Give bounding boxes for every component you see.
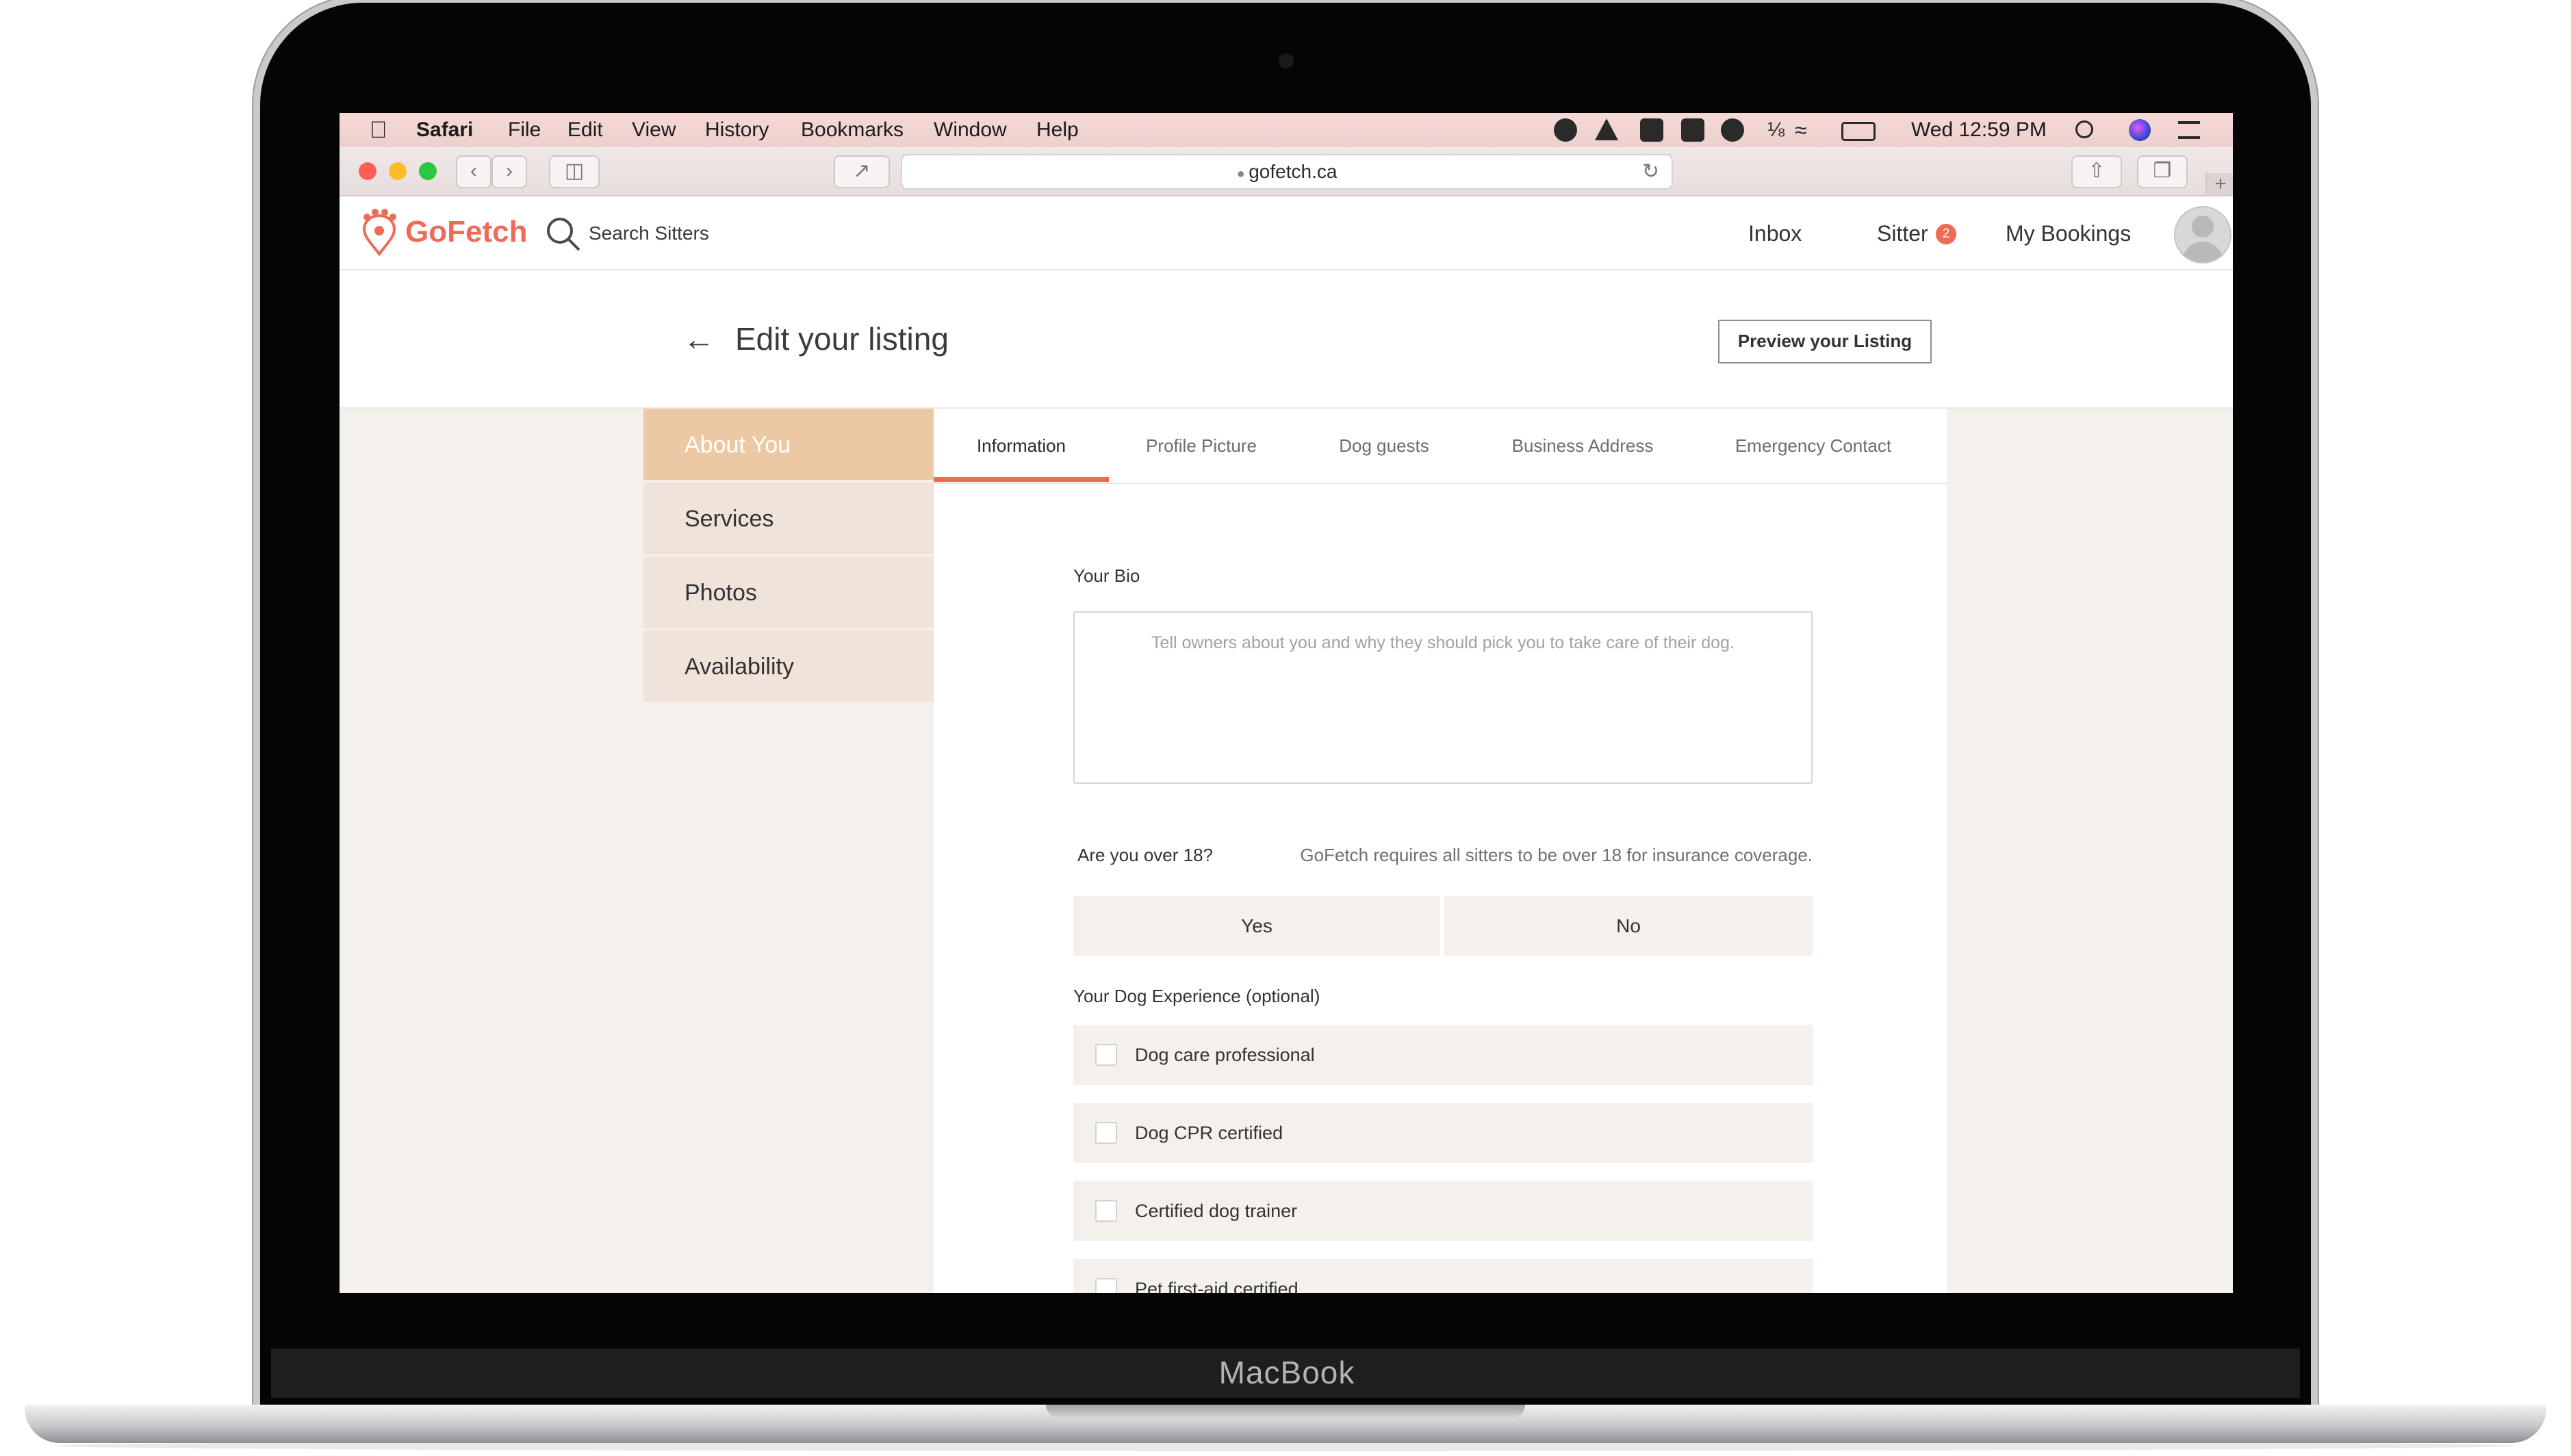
drive-icon[interactable] xyxy=(1595,118,1618,140)
experience-option-dog-care-professional[interactable]: Dog care professional xyxy=(1073,1025,1813,1085)
tab-profile-picture[interactable]: Profile Picture xyxy=(1109,409,1294,483)
battery-icon[interactable] xyxy=(1841,122,1876,141)
creative-cloud-icon[interactable] xyxy=(1554,118,1577,142)
sidebar-item-photos[interactable]: Photos xyxy=(643,557,934,629)
menu-clock[interactable]: Wed 12:59 PM xyxy=(1911,113,2047,147)
menu-item-history[interactable]: History xyxy=(705,113,769,147)
paw-pin-logo-icon[interactable] xyxy=(357,209,401,257)
page-title: Edit your listing xyxy=(735,321,949,357)
experience-option-certified-dog-trainer[interactable]: Certified dog trainer xyxy=(1073,1181,1813,1241)
sidebar-item-about-you[interactable]: About You xyxy=(643,409,934,481)
cup-icon[interactable] xyxy=(1721,118,1744,142)
close-window-icon[interactable] xyxy=(359,162,376,180)
menu-app-name[interactable]: Safari xyxy=(416,113,473,147)
siri-icon[interactable] xyxy=(2129,119,2151,141)
checkbox[interactable] xyxy=(1095,1044,1117,1066)
option-label: Dog care professional xyxy=(1135,1045,1315,1065)
bio-textarea[interactable]: Tell owners about you and why they shoul… xyxy=(1073,611,1813,784)
menu-bar:  Safari File Edit View History Bookmark… xyxy=(340,113,2233,147)
app-header: GoFetch Search Sitters Inbox Sitter 2 My… xyxy=(340,196,2233,270)
nav-sitter[interactable]: Sitter xyxy=(1877,218,1928,248)
minimize-window-icon[interactable] xyxy=(389,162,407,180)
tools-icon[interactable]: ↗ xyxy=(834,155,890,188)
share-icon[interactable]: ⇧ xyxy=(2071,155,2122,188)
checkbox[interactable] xyxy=(1095,1200,1117,1222)
checkbox[interactable] xyxy=(1095,1122,1117,1144)
tab-business-address[interactable]: Business Address xyxy=(1474,409,1691,483)
search-sitters-link[interactable]: Search Sitters xyxy=(589,220,709,247)
lock-icon: ● xyxy=(1236,166,1249,181)
address-bar[interactable]: ● gofetch.ca ↻ xyxy=(901,154,1673,190)
avatar-body xyxy=(2182,242,2223,262)
option-label: Dog CPR certified xyxy=(1135,1123,1283,1143)
forward-icon[interactable]: › xyxy=(491,155,527,188)
checkbox[interactable] xyxy=(1095,1278,1117,1293)
option-label: Certified dog trainer xyxy=(1135,1201,1298,1221)
option-label: Pet first-aid certified xyxy=(1135,1279,1299,1293)
search-icon[interactable] xyxy=(545,216,582,253)
tab-dog-guests[interactable]: Dog guests xyxy=(1294,409,1474,483)
browser-toolbar: ‹ › ◫ ↗ ● gofetch.ca ↻ ⇧ ❐ + xyxy=(340,147,2233,196)
experience-option-dog-cpr-certified[interactable]: Dog CPR certified xyxy=(1073,1103,1813,1163)
spotlight-search-icon[interactable] xyxy=(2075,120,2093,138)
no-button[interactable]: No xyxy=(1444,896,1813,956)
age-requirement-note: GoFetch requires all sitters to be over … xyxy=(1300,845,1813,865)
back-icon[interactable]: ‹ xyxy=(456,155,491,188)
new-tab-icon[interactable]: + xyxy=(2205,173,2233,195)
menu-item-file[interactable]: File xyxy=(508,113,541,147)
tab-information[interactable]: Information xyxy=(934,409,1109,483)
nav-my-bookings[interactable]: My Bookings xyxy=(2006,218,2131,248)
reload-icon[interactable]: ↻ xyxy=(1642,155,1659,188)
experience-option-pet-first-aid-certified[interactable]: Pet first-aid certified xyxy=(1073,1259,1813,1293)
dog-experience-label: Your Dog Experience (optional) xyxy=(1073,986,1320,1006)
active-tab-indicator xyxy=(934,477,1109,482)
screen:  Safari File Edit View History Bookmark… xyxy=(340,113,2233,1293)
sidebar-toggle-icon[interactable]: ◫ xyxy=(549,155,600,188)
form-panel: Information Profile Picture Dog guests B… xyxy=(934,409,1947,1293)
preview-listing-button[interactable]: Preview your Listing xyxy=(1718,320,1932,363)
user-avatar[interactable] xyxy=(2174,206,2231,264)
tabs-overview-icon[interactable]: ❐ xyxy=(2137,155,2188,188)
nav-inbox[interactable]: Inbox xyxy=(1748,218,1802,248)
menu-item-window[interactable]: Window xyxy=(934,113,1007,147)
sidebar-item-availability[interactable]: Availability xyxy=(643,630,934,703)
sitter-notification-badge: 2 xyxy=(1936,224,1956,244)
tab-emergency-contact[interactable]: Emergency Contact xyxy=(1691,409,1936,483)
menu-item-view[interactable]: View xyxy=(632,113,676,147)
device-brand: MacBook xyxy=(1218,1355,1355,1390)
laptop-notch xyxy=(1046,1405,1525,1418)
fullscreen-window-icon[interactable] xyxy=(419,162,437,180)
menu-item-edit[interactable]: Edit xyxy=(567,113,603,147)
camera-dot xyxy=(1279,53,1294,68)
bluetooth-icon[interactable]: ⅛ xyxy=(1767,113,1785,147)
menu-item-help[interactable]: Help xyxy=(1036,113,1079,147)
brand-logo-text[interactable]: GoFetch xyxy=(405,212,527,253)
bookmark-icon[interactable] xyxy=(1681,118,1704,142)
yes-button[interactable]: Yes xyxy=(1073,896,1440,956)
url-text: gofetch.ca xyxy=(1249,161,1338,182)
avatar-head xyxy=(2192,216,2214,238)
tab-bar: Information Profile Picture Dog guests B… xyxy=(934,409,1947,484)
bio-label: Your Bio xyxy=(1073,565,1140,586)
menu-item-bookmarks[interactable]: Bookmarks xyxy=(801,113,904,147)
app-icon-1[interactable] xyxy=(1640,118,1663,142)
apple-icon[interactable]:  xyxy=(370,113,387,147)
sidebar-item-services[interactable]: Services xyxy=(643,483,934,555)
notification-center-icon[interactable] xyxy=(2178,121,2200,139)
back-arrow-icon[interactable]: ← xyxy=(683,318,715,359)
age-question-label: Are you over 18? xyxy=(1077,845,1214,865)
wifi-icon[interactable]: ≈ xyxy=(1795,113,1807,147)
listing-sidebar: About You Services Photos Availability xyxy=(643,409,934,703)
